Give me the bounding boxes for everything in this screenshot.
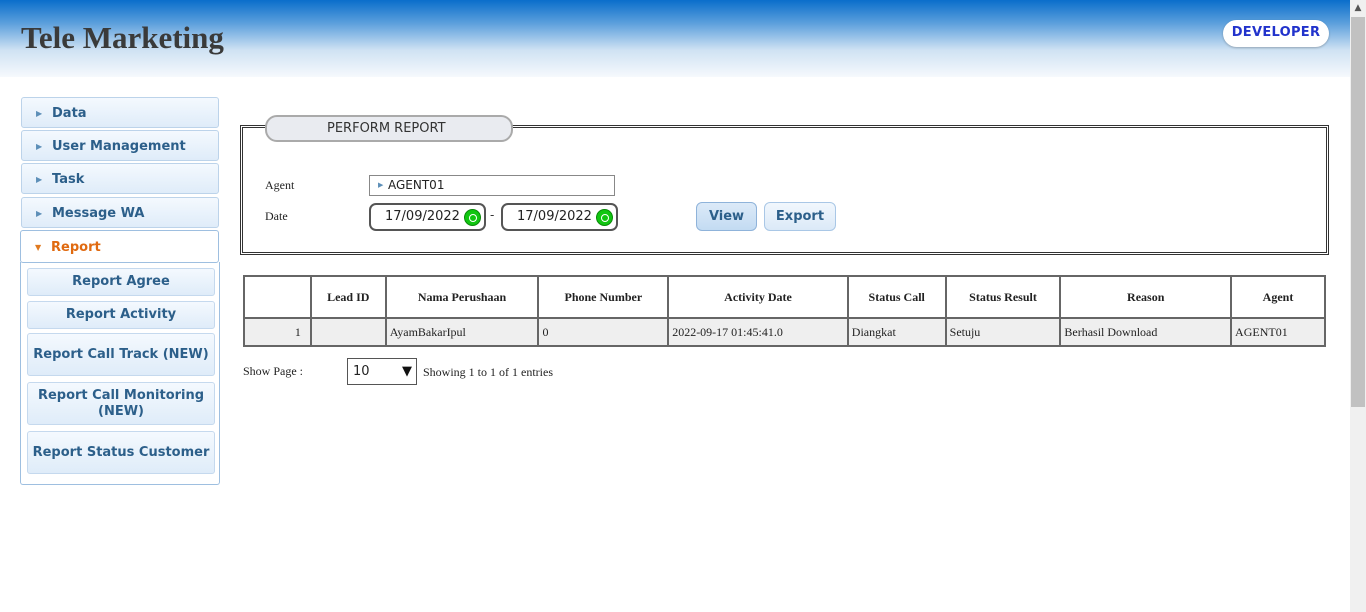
table-row[interactable]: 1 AyamBakarIpul 0 2022-09-17 01:45:41.0 … <box>243 317 1326 347</box>
sidebar-item-task[interactable]: ▶ Task <box>21 163 219 194</box>
caret-right-icon: ▶ <box>36 175 43 184</box>
table-header-row: Lead ID Nama Perushaan Phone Number Acti… <box>243 275 1326 319</box>
table-cell: Diangkat <box>846 317 947 347</box>
sidebar-item-label: Report <box>51 240 101 255</box>
date-to-value: 17/09/2022 <box>517 209 592 224</box>
app-header: Tele Marketing DEVELOPER <box>0 0 1350 77</box>
sidebar-item-message-wa[interactable]: ▶ Message WA <box>21 197 219 228</box>
date-from-field[interactable]: 17/09/2022 <box>369 203 486 231</box>
date-to-field[interactable]: 17/09/2022 <box>501 203 618 231</box>
column-header[interactable]: Nama Perushaan <box>384 275 540 319</box>
report-submenu: Report Agree Report Activity Report Call… <box>20 262 220 485</box>
caret-right-icon: ▶ <box>36 209 43 218</box>
table-cell: 1 <box>243 317 312 347</box>
table-cell: 2022-09-17 01:45:41.0 <box>667 317 849 347</box>
app-title: Tele Marketing <box>21 20 224 55</box>
sidebar-item-report[interactable]: ▼ Report <box>20 230 219 263</box>
column-header[interactable]: Agent <box>1230 275 1326 319</box>
column-header[interactable]: Activity Date <box>667 275 849 319</box>
caret-right-icon: ▶ <box>36 142 43 151</box>
sidebar-item-label: Data <box>52 106 87 121</box>
submenu-report-activity[interactable]: Report Activity <box>27 301 215 329</box>
date-separator: - <box>490 208 495 222</box>
scroll-up-icon[interactable]: ▲ <box>1350 0 1366 16</box>
export-button[interactable]: Export <box>764 202 836 231</box>
sidebar-item-user-management[interactable]: ▶ User Management <box>21 130 219 161</box>
table-cell: 0 <box>537 317 670 347</box>
column-header[interactable]: Lead ID <box>309 275 387 319</box>
agent-label: Agent <box>265 178 295 192</box>
chevron-down-icon: ▼ <box>402 364 412 379</box>
sidebar-item-data[interactable]: ▶ Data <box>21 97 219 128</box>
show-page-label: Show Page : <box>243 364 303 378</box>
entries-summary: Showing 1 to 1 of 1 entries <box>423 365 553 379</box>
table-cell <box>309 317 387 347</box>
submenu-report-call-track[interactable]: Report Call Track (NEW) <box>27 333 215 376</box>
calendar-icon[interactable] <box>464 209 481 226</box>
report-table: Lead ID Nama Perushaan Phone Number Acti… <box>243 275 1326 347</box>
sidebar-item-label: User Management <box>52 139 186 154</box>
caret-right-icon: ▶ <box>36 109 43 118</box>
calendar-icon[interactable] <box>596 209 613 226</box>
view-button[interactable]: View <box>696 202 757 231</box>
table-cell: AyamBakarIpul <box>384 317 540 347</box>
submenu-report-status-customer[interactable]: Report Status Customer <box>27 431 215 474</box>
date-from-value: 17/09/2022 <box>385 209 460 224</box>
sidebar-item-label: Task <box>52 172 85 187</box>
page-size-value: 10 <box>353 364 370 379</box>
column-header[interactable]: Phone Number <box>537 275 670 319</box>
submenu-report-call-monitoring[interactable]: Report Call Monitoring (NEW) <box>27 382 215 425</box>
agent-value: AGENT01 <box>388 178 445 192</box>
table-cell: Berhasil Download <box>1059 317 1233 347</box>
scroll-thumb[interactable] <box>1351 17 1365 407</box>
caret-right-icon: ▶ <box>378 181 384 189</box>
panel-legend: PERFORM REPORT <box>265 115 513 142</box>
sidebar-item-label: Message WA <box>52 206 145 221</box>
developer-badge[interactable]: DEVELOPER <box>1223 20 1329 47</box>
table-cell: Setuju <box>944 317 1062 347</box>
column-header[interactable]: Status Result <box>944 275 1062 319</box>
page-size-select[interactable]: 10 ▼ <box>347 358 417 385</box>
column-header[interactable] <box>243 275 312 319</box>
table-cell: AGENT01 <box>1230 317 1326 347</box>
submenu-report-agree[interactable]: Report Agree <box>27 268 215 296</box>
column-header[interactable]: Reason <box>1059 275 1233 319</box>
vertical-scrollbar[interactable]: ▲ <box>1350 0 1366 612</box>
column-header[interactable]: Status Call <box>846 275 947 319</box>
date-label: Date <box>265 209 288 223</box>
caret-down-icon: ▼ <box>35 243 42 252</box>
agent-select[interactable]: ▶ AGENT01 <box>369 175 615 196</box>
